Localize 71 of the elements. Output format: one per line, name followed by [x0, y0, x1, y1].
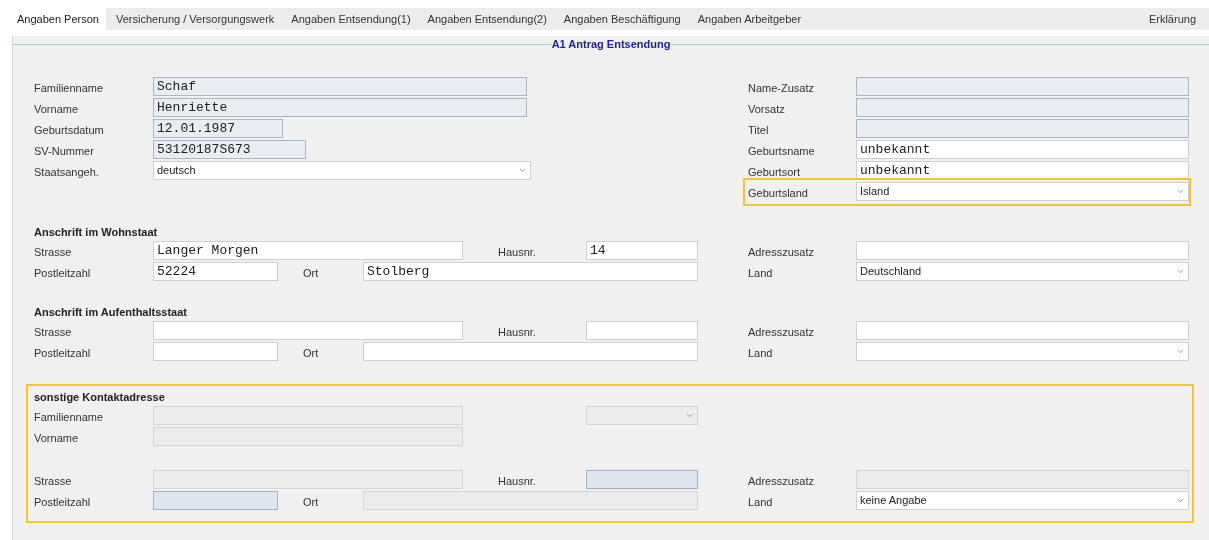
input-field[interactable]: [856, 321, 1189, 340]
tab[interactable]: Angaben Beschäftigung: [556, 8, 688, 30]
chevron-down-icon: [1176, 347, 1185, 356]
input-field[interactable]: Langer Morgen: [153, 241, 463, 260]
field-label: Strasse: [34, 245, 72, 258]
field-label: Strasse: [34, 325, 72, 338]
dropdown-field[interactable]: Deutschland: [856, 262, 1189, 281]
dropdown-field[interactable]: [856, 342, 1189, 361]
input-field[interactable]: [586, 321, 698, 340]
field-label: Geburtsdatum: [34, 123, 104, 136]
field-label: Postleitzahl: [34, 346, 91, 359]
input-field[interactable]: unbekannt: [856, 140, 1189, 159]
field-label: Land: [748, 495, 773, 508]
field-label: Land: [748, 266, 773, 279]
field-label: Familienname: [34, 410, 104, 423]
field-label: Ort: [303, 495, 319, 508]
field-label: Familienname: [34, 81, 104, 94]
input-field[interactable]: 12.01.1987: [153, 119, 283, 138]
form-title: A1 Antrag Entsendung: [551, 36, 671, 52]
tab[interactable]: Angaben Entsendung(1): [284, 8, 418, 30]
input-field[interactable]: [856, 119, 1189, 138]
field-label: Postleitzahl: [34, 495, 91, 508]
input-field[interactable]: Stolberg: [363, 262, 698, 281]
field-label: Geburtsname: [748, 144, 815, 157]
field-label: Staatsangeh.: [34, 165, 99, 178]
field-label: Postleitzahl: [34, 266, 91, 279]
field-label: Titel: [748, 123, 769, 136]
field-label: Adresszusatz: [748, 325, 815, 338]
input-field[interactable]: [856, 77, 1189, 96]
field-label: Adresszusatz: [748, 245, 815, 258]
field-label: Vorname: [34, 102, 79, 115]
chevron-down-icon: [518, 166, 527, 175]
section-heading: Anschrift im Aufenthaltsstaat: [34, 304, 187, 320]
tab[interactable]: Erklärung: [1141, 8, 1203, 30]
field-label: Hausnr.: [498, 474, 536, 487]
field-label: Hausnr.: [498, 245, 536, 258]
input-field[interactable]: [153, 321, 463, 340]
field-label: Vorsatz: [748, 102, 785, 115]
input-field[interactable]: [153, 342, 278, 361]
field-label: Geburtsland: [748, 186, 808, 199]
chevron-down-icon: [685, 411, 694, 420]
input-field[interactable]: 52224: [153, 262, 278, 281]
field-label: SV-Nummer: [34, 144, 94, 157]
dropdown-field[interactable]: keine Angabe: [856, 491, 1189, 510]
input-field[interactable]: [856, 241, 1189, 260]
field-label: Ort: [303, 266, 319, 279]
field-label: Vorname: [34, 431, 79, 444]
field-label: Strasse: [34, 474, 72, 487]
section-heading: Anschrift im Wohnstaat: [34, 224, 158, 240]
input-field[interactable]: 14: [586, 241, 698, 260]
input-field[interactable]: [363, 342, 698, 361]
input-field[interactable]: Henriette: [153, 98, 527, 117]
tab[interactable]: Versicherung / Versorgungswerk: [108, 8, 282, 30]
input-field[interactable]: [856, 98, 1189, 117]
input-field[interactable]: 53120187S673: [153, 140, 306, 159]
field-label: Name-Zusatz: [748, 81, 815, 94]
chevron-down-icon: [1176, 187, 1185, 196]
tab[interactable]: Angaben Arbeitgeber: [690, 8, 809, 30]
chevron-down-icon: [1176, 496, 1185, 505]
field-label: Adresszusatz: [748, 474, 815, 487]
field-label: Geburtsort: [748, 165, 800, 178]
chevron-down-icon: [1176, 267, 1185, 276]
field-label: Hausnr.: [498, 325, 536, 338]
dropdown-field[interactable]: Island: [856, 182, 1189, 201]
tab[interactable]: Angaben Person: [10, 8, 106, 30]
field-label: Land: [748, 346, 773, 359]
dropdown-field[interactable]: deutsch: [153, 161, 531, 180]
section-heading: sonstige Kontaktadresse: [34, 389, 165, 405]
input-field[interactable]: Schaf: [153, 77, 527, 96]
field-label: Ort: [303, 346, 319, 359]
tab[interactable]: Angaben Entsendung(2): [420, 8, 554, 30]
